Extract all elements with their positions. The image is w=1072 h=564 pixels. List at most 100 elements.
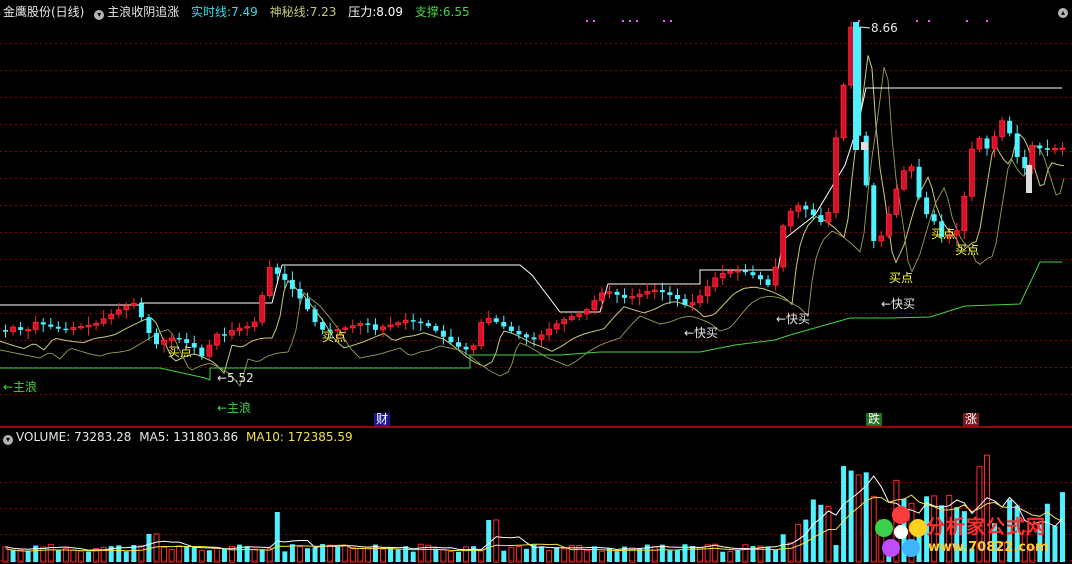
candle-body-down [984, 138, 990, 149]
volume-bar-up [364, 546, 371, 563]
candle-body-down [48, 324, 54, 327]
candle-body-up [772, 266, 779, 286]
candle-body-down [810, 209, 816, 216]
candle-body-down [456, 342, 461, 347]
candle-body-down [1014, 133, 1020, 158]
candle-body-down [871, 185, 877, 241]
volume-bar-down [335, 546, 341, 562]
volume-bar-down [833, 545, 839, 562]
candle-body-down [501, 321, 507, 327]
candle-body-down [184, 339, 190, 344]
candle-body-up [885, 213, 892, 237]
low-price-label: ←5.52 [217, 371, 254, 385]
candle-body-down [154, 333, 159, 345]
candle-body-up [478, 322, 485, 347]
watermark-text: 分析家公式网 [926, 516, 1047, 538]
candle-body-down [682, 299, 688, 305]
high-price-label: 8.66 [871, 21, 898, 35]
volume-bar-down [191, 546, 197, 562]
volume-bar-down [433, 548, 439, 562]
volume-bar-down [410, 551, 416, 562]
volume-bar-up [213, 547, 220, 563]
signal-dot [916, 20, 918, 22]
volume-bar-down [523, 548, 529, 562]
candle-body-down [516, 331, 522, 335]
candle-body-up [70, 327, 77, 331]
candle-body-down [40, 322, 46, 325]
candle-body-up [629, 296, 636, 299]
signal-dot [986, 20, 988, 22]
candle-body-down [176, 338, 182, 340]
candle-body-down [758, 275, 763, 280]
candle-body-up [266, 267, 273, 296]
fast-buy-label-1: ←快买 [684, 326, 719, 340]
pressure-label: 压力: [348, 5, 377, 19]
candle-body-up [32, 321, 39, 330]
candle-body-up [697, 295, 703, 304]
candle-body-down [138, 303, 144, 318]
volume-bar-up [296, 546, 303, 563]
candle-body-up [485, 317, 492, 323]
volume-bar-down [55, 549, 61, 562]
signal-dot [928, 20, 930, 22]
candle-body-up [561, 319, 568, 325]
candle-body-down [282, 273, 288, 280]
volume-bar-down [221, 548, 227, 562]
watermark: 分析家公式网 www.70822.com [874, 502, 1070, 562]
volume-bar-up [327, 544, 334, 563]
candle-body-down [3, 330, 8, 332]
candle-body-up [878, 235, 885, 242]
candle-body-down [221, 334, 227, 336]
candle-body-down [523, 334, 529, 338]
volume-menu-icon[interactable]: ▾ [3, 435, 13, 445]
indicator-menu-icon[interactable]: ▾ [94, 10, 105, 20]
candle-body-up [85, 324, 92, 328]
candle-body-up [704, 286, 711, 297]
candle-body-up [734, 270, 741, 273]
candle-body-up [833, 137, 839, 213]
candle-body-up [727, 270, 734, 274]
volume-bar-up [787, 542, 794, 563]
volume-bar-down [810, 499, 816, 562]
candle-body-flat [1026, 165, 1032, 193]
main-wave-label-left: ←主浪 [3, 380, 38, 394]
candle-body-down [425, 323, 431, 327]
volume-bar-up [138, 545, 145, 563]
volume-bar-up [417, 543, 424, 563]
candle-body-up [259, 295, 266, 323]
flower-logo-icon [875, 506, 927, 557]
volume-bar-up [795, 523, 802, 563]
candle-body-up [908, 166, 915, 172]
candle-body-up [1029, 145, 1036, 169]
candle-body-up [470, 345, 477, 350]
candle-body-up [848, 26, 854, 86]
candle-body-down [18, 327, 24, 330]
volume-bar-down [244, 546, 250, 562]
volume-bar-down [637, 548, 643, 562]
stock-title: 金鹰股份(日线) [3, 5, 85, 19]
candle-body-down [531, 337, 537, 340]
window-toggle-icon[interactable]: ▴ [1058, 3, 1068, 18]
candle-body-up [787, 210, 794, 227]
indicator-name: 主浪收阴追涨 [107, 5, 180, 19]
candle-body-up [969, 148, 975, 197]
candle-body-down [63, 328, 69, 331]
candle-body-down [312, 309, 318, 323]
ma10-label: MA10: [246, 430, 284, 444]
candle-body-down [440, 330, 446, 337]
candle-body-up [644, 291, 651, 295]
volume-bar-down [289, 544, 295, 562]
candle-body-down [289, 279, 295, 289]
volume-bar-down [690, 546, 696, 562]
candle-body-up [1052, 147, 1058, 151]
candle-body-up [893, 188, 900, 215]
candle-body-down [448, 336, 454, 343]
pressure-value: 8.09 [376, 5, 403, 19]
candle-body-down [1037, 145, 1043, 149]
volume-bar-up [515, 546, 522, 563]
volume-bar-up [493, 519, 500, 563]
candle-body-up [380, 326, 386, 331]
signal-dot [636, 20, 638, 22]
candle-body-up [689, 302, 696, 306]
signal-dot [670, 20, 672, 22]
